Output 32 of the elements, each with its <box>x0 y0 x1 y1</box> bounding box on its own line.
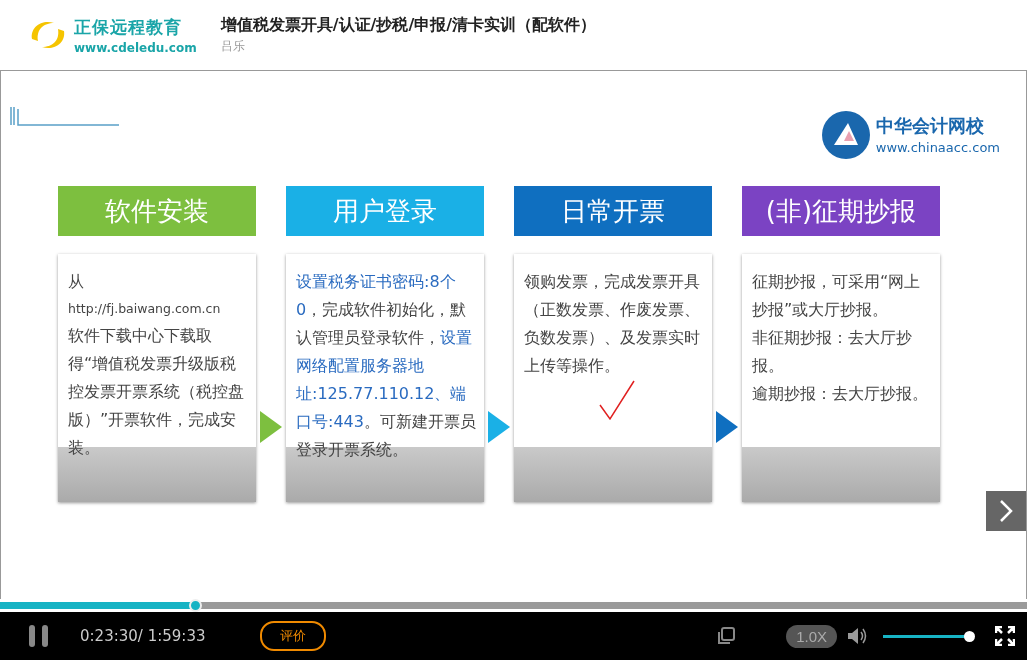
copy-button[interactable] <box>716 626 737 646</box>
step-text: 从 http://fj.baiwang.com.cn 软件下载中心下载取得“增值税发票升级版税控发票开票系统（税控盘版）”开票软件，完成安装。 <box>68 271 245 459</box>
overlapping-squares-icon <box>716 626 737 646</box>
arrow-icon <box>716 411 738 443</box>
step-title: 用户登录 <box>286 186 484 236</box>
rate-button[interactable]: 评价 <box>260 621 327 651</box>
fullscreen-icon[interactable] <box>995 626 1015 646</box>
school-logo-icon <box>821 110 870 159</box>
progress-handle[interactable] <box>189 599 203 612</box>
school-url: www.chinaacc.com <box>875 140 1000 155</box>
arrow-icon <box>260 411 282 443</box>
brand-name: 正保远程教育 <box>74 15 183 39</box>
step-text: 设置税务证书密码:8个0，完成软件初始化，默认管理员登录软件，设置网络配置服务器地址:125.77.110.12、端口号:443。可新建开票员登录开票系统。 <box>296 271 476 461</box>
step-title: (非)征期抄报 <box>742 186 940 236</box>
step-title: 日常开票 <box>514 186 712 236</box>
teacher-name: 吕乐 <box>220 38 246 55</box>
progress-bar[interactable] <box>0 599 1027 612</box>
arrow-icon <box>488 411 510 443</box>
course-title: 增值税发票开具/认证/抄税/申报/清卡实训（配软件） <box>220 15 597 36</box>
brand-url: www.cdeledu.com <box>74 40 197 55</box>
step-text: 征期抄报，可采用“网上抄报”或大厅抄报。 非征期抄报：去大厅抄报。 逾期抄报：去大厅抄报。 <box>752 271 929 405</box>
playback-time: 0:23:30/ 1:59:33 <box>80 627 206 645</box>
step-text: 领购发票，完成发票开具（正数发票、作废发票、负数发票）、及发票实时上传等操作。 <box>524 271 701 377</box>
pen-check-drawing <box>598 379 638 423</box>
pause-button[interactable] <box>28 624 50 648</box>
volume-handle[interactable] <box>964 630 975 642</box>
chevron-right-icon <box>999 499 1013 523</box>
pause-icon <box>28 624 50 648</box>
school-name: 中华会计网校 <box>875 114 985 138</box>
volume-icon[interactable] <box>847 626 869 646</box>
next-slide-button[interactable] <box>986 491 1026 531</box>
step-title: 软件安装 <box>58 186 256 236</box>
